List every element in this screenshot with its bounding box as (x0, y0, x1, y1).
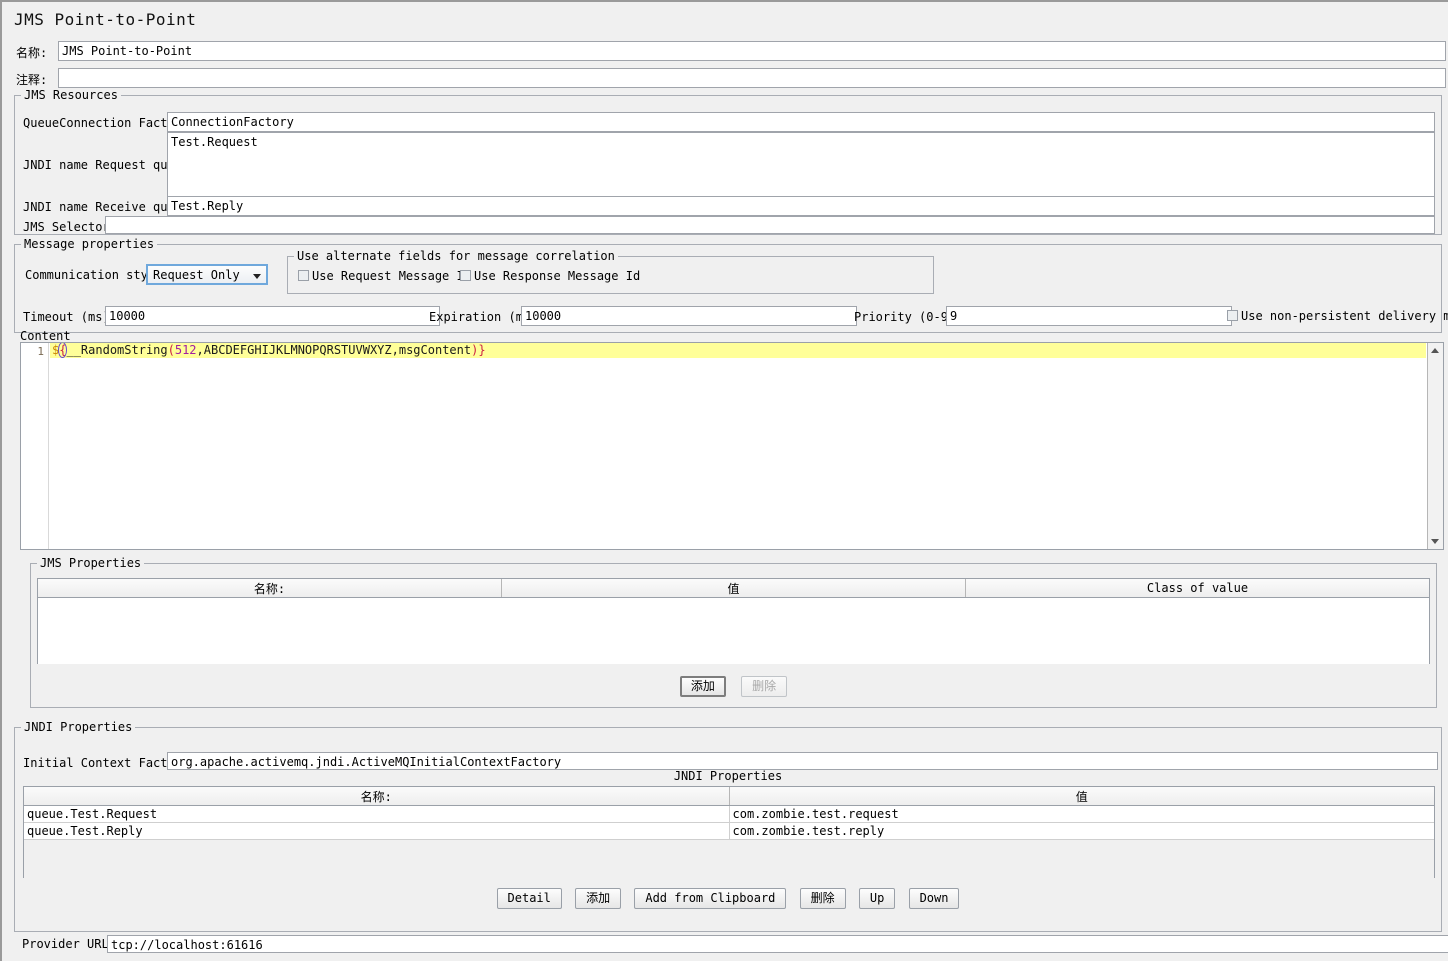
editor-vertical-scrollbar[interactable] (1427, 343, 1443, 549)
editor-code-area[interactable]: ${__RandomString(512,ABCDEFGHIJKLMNOPQRS… (50, 343, 1426, 549)
name-row: 名称: JMS Point-to-Point (16, 41, 1446, 61)
use-request-message-id-label: Use Request Message Id (312, 269, 471, 283)
jms-resources-panel: JMS Resources QueueConnection Factory Co… (14, 95, 1442, 235)
jndi-add-button[interactable]: 添加 (575, 888, 621, 909)
communication-style-select[interactable]: Request Only (146, 264, 268, 285)
message-properties-title: Message properties (21, 237, 157, 251)
jms-selector-label: JMS Selector (23, 220, 110, 234)
provider-url-label: Provider URL (22, 937, 109, 951)
jms-properties-panel: JMS Properties 名称: 值 Class of value 添加 删… (30, 563, 1437, 708)
cell-value[interactable]: com.zombie.test.reply (730, 823, 1435, 839)
priority-label: Priority (0-9) (854, 310, 955, 324)
communication-style-label: Communication style (25, 268, 162, 282)
token-close-brace: } (478, 343, 485, 357)
timeout-label: Timeout (ms) (23, 310, 110, 324)
comment-input[interactable] (58, 68, 1446, 88)
use-response-message-id-label: Use Response Message Id (474, 269, 640, 283)
comment-label: 注释: (16, 71, 47, 88)
expiration-input[interactable]: 10000 (521, 306, 857, 326)
token-varname: msgContent (399, 343, 471, 357)
jms-resources-title: JMS Resources (21, 88, 121, 102)
use-response-message-id-checkbox[interactable]: Use Response Message Id (460, 269, 640, 283)
checkbox-icon (460, 270, 471, 281)
name-input[interactable]: JMS Point-to-Point (58, 41, 1446, 61)
table-header-row: 名称: 值 Class of value (38, 579, 1429, 598)
initial-context-factory-label: Initial Context Factory (23, 756, 189, 770)
correlation-panel: Use alternate fields for message correla… (287, 256, 934, 294)
priority-input[interactable]: 9 (946, 306, 1232, 326)
provider-url-row: Provider URL tcp://localhost:61616 (22, 935, 1442, 953)
column-header-value[interactable]: 值 (502, 579, 966, 597)
add-from-clipboard-button[interactable]: Add from Clipboard (634, 888, 786, 909)
page-title: JMS Point-to-Point (14, 10, 196, 29)
jndi-properties-panel: JNDI Properties Initial Context Factory … (14, 727, 1442, 932)
table-body[interactable] (38, 598, 1429, 664)
jndi-delete-button[interactable]: 删除 (800, 888, 846, 909)
column-header-name[interactable]: 名称: (38, 579, 502, 597)
jms-selector-input[interactable] (105, 216, 1435, 234)
chevron-down-icon (253, 274, 261, 279)
queue-connection-factory-input[interactable]: ConnectionFactory (167, 112, 1435, 132)
message-properties-panel: Message properties Communication style R… (14, 244, 1442, 333)
cell-name[interactable]: queue.Test.Request (24, 806, 730, 822)
initial-context-factory-input[interactable]: org.apache.activemq.jndi.ActiveMQInitial… (167, 752, 1438, 770)
jndi-request-queue-label: JNDI name Request queue (23, 158, 189, 172)
jms-point-to-point-panel: JMS Point-to-Point 名称: JMS Point-to-Poin… (0, 0, 1448, 961)
comment-row: 注释: (16, 68, 1446, 88)
table-empty-area (24, 840, 1434, 880)
line-number: 1 (37, 345, 44, 358)
queue-connection-factory-label: QueueConnection Factory (23, 116, 189, 130)
token-function: __RandomString (66, 343, 167, 357)
jms-properties-button-bar: 添加 删除 (31, 676, 1436, 697)
move-down-button[interactable]: Down (909, 888, 960, 909)
column-header-class-of-value[interactable]: Class of value (966, 579, 1429, 597)
jndi-properties-table[interactable]: 名称: 值 queue.Test.Requestcom.zombie.test.… (23, 786, 1435, 878)
jndi-request-queue-input[interactable]: Test.Request (167, 132, 1435, 197)
column-header-name[interactable]: 名称: (24, 787, 730, 805)
content-editor[interactable]: 1 ${__RandomString(512,ABCDEFGHIJKLMNOPQ… (20, 342, 1444, 550)
detail-button[interactable]: Detail (497, 888, 562, 909)
token-number: 512 (175, 343, 197, 357)
timeout-input[interactable]: 10000 (105, 306, 440, 326)
checkbox-icon (1227, 310, 1238, 321)
editor-line-1[interactable]: ${__RandomString(512,ABCDEFGHIJKLMNOPQRS… (50, 343, 1426, 358)
token-comma-2: , (392, 343, 399, 357)
jms-add-button[interactable]: 添加 (680, 676, 726, 697)
communication-style-value: Request Only (153, 268, 240, 282)
checkbox-icon (298, 270, 309, 281)
provider-url-input[interactable]: tcp://localhost:61616 (107, 935, 1448, 953)
jndi-receive-queue-label: JNDI name Receive queue (23, 200, 189, 214)
table-row[interactable]: queue.Test.Replycom.zombie.test.reply (24, 823, 1434, 840)
token-open-paren: ( (168, 343, 175, 357)
jndi-table-caption: JNDI Properties (15, 769, 1441, 783)
token-comma-1: , (197, 343, 204, 357)
token-open-brace: { (59, 343, 66, 357)
token-alphabet: ABCDEFGHIJKLMNOPQRSTUVWXYZ (204, 343, 392, 357)
jms-properties-table[interactable]: 名称: 值 Class of value (37, 578, 1430, 664)
use-request-message-id-checkbox[interactable]: Use Request Message Id (298, 269, 471, 283)
jms-properties-title: JMS Properties (37, 556, 144, 570)
table-body[interactable]: queue.Test.Requestcom.zombie.test.reques… (24, 806, 1434, 878)
column-header-value[interactable]: 值 (730, 787, 1435, 805)
content-label: Content (20, 329, 71, 343)
scroll-down-icon[interactable] (1428, 534, 1443, 549)
jndi-receive-queue-input[interactable]: Test.Reply (167, 196, 1435, 216)
name-label: 名称: (16, 44, 47, 61)
table-header-row: 名称: 值 (24, 787, 1434, 806)
editor-gutter: 1 (21, 343, 49, 549)
cell-value[interactable]: com.zombie.test.request (730, 806, 1435, 822)
non-persistent-delivery-label: Use non-persistent delivery mode? (1241, 309, 1448, 323)
table-row[interactable]: queue.Test.Requestcom.zombie.test.reques… (24, 806, 1434, 823)
jndi-properties-button-bar: Detail 添加 Add from Clipboard 删除 Up Down (15, 888, 1441, 909)
jndi-properties-title: JNDI Properties (21, 720, 135, 734)
non-persistent-delivery-checkbox[interactable]: Use non-persistent delivery mode? (1227, 309, 1448, 323)
move-up-button[interactable]: Up (859, 888, 895, 909)
cell-name[interactable]: queue.Test.Reply (24, 823, 730, 839)
scroll-up-icon[interactable] (1428, 343, 1443, 358)
correlation-panel-title: Use alternate fields for message correla… (294, 249, 618, 263)
jms-delete-button: 删除 (741, 676, 787, 697)
